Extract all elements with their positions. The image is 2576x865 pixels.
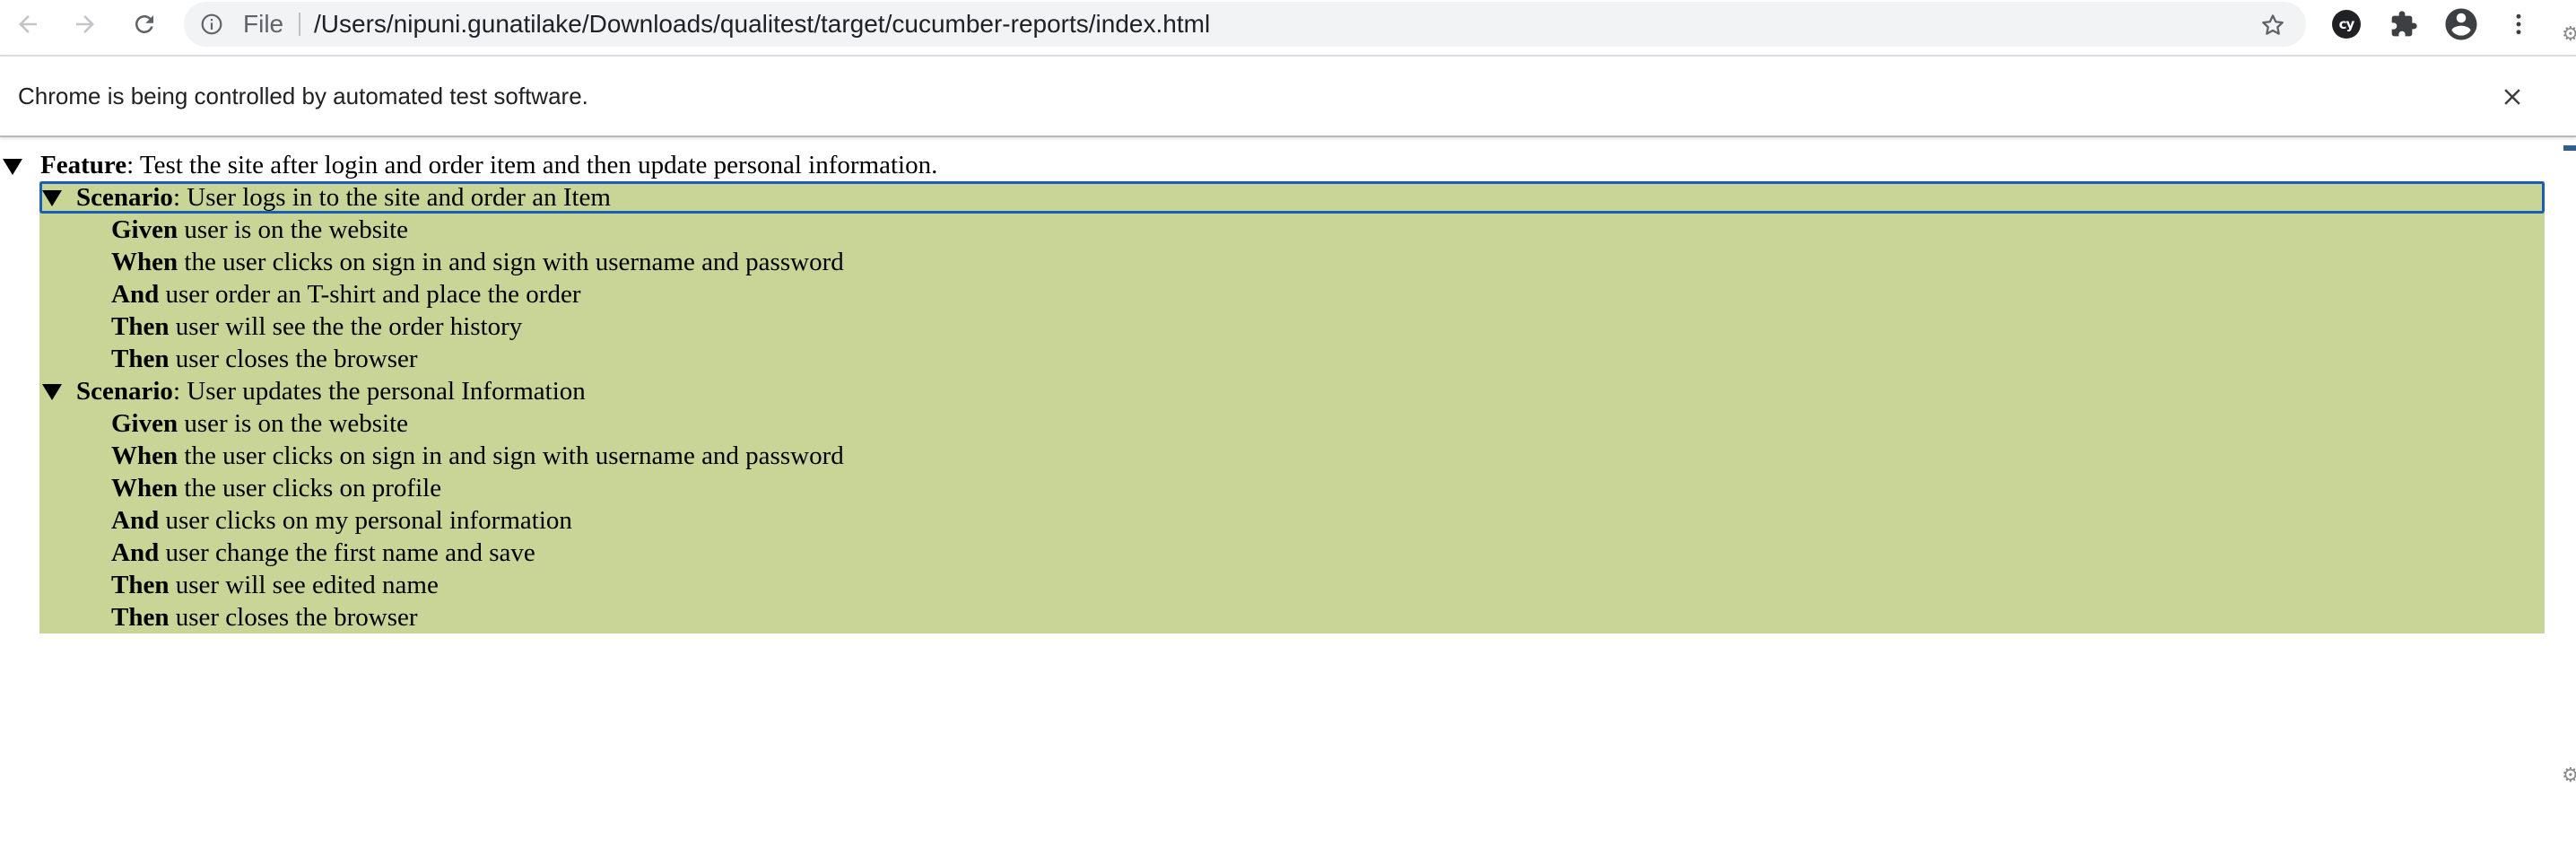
step-keyword: Given [111,409,178,438]
puzzle-icon[interactable] [2385,5,2423,43]
step-row: Then user closes the browser [39,601,2545,633]
automation-infobar: Chrome is being controlled by automated … [0,57,2576,137]
collapse-triangle-icon[interactable] [42,384,62,400]
scenario-row[interactable]: Scenario: User logs in to the site and o… [39,181,2545,214]
step-keyword: And [111,506,160,535]
scheme-label: File [243,10,284,38]
step-text: the user clicks on sign in and sign with… [178,248,844,276]
step-text: user will see the the order history [169,312,523,341]
feature-row[interactable]: Feature: Test the site after login and o… [0,149,2576,181]
step-row: Then user will see the the order history [39,310,2545,343]
browser-toolbar: File /Users/nipuni.gunatilake/Downloads/… [0,0,2576,48]
close-icon[interactable] [2499,83,2526,110]
step-keyword: Given [111,215,178,244]
step-keyword: And [111,280,160,309]
scenario-block: Scenario: User logs in to the site and o… [39,181,2545,633]
omnibox-divider [299,13,300,36]
extension-badge: cy [2332,10,2361,39]
step-text: user is on the website [178,409,409,438]
cucumber-report: Feature: Test the site after login and o… [0,149,2576,633]
step-row: And user change the first name and save [39,537,2545,569]
step-keyword: And [111,538,160,567]
step-keyword: When [111,248,178,276]
feature-keyword: Feature [40,151,127,179]
step-row: And user clicks on my personal informati… [39,504,2545,537]
step-row: Given user is on the website [39,214,2545,246]
step-row: Given user is on the website [39,407,2545,440]
scenario-title: Scenario: User logs in to the site and o… [76,181,611,214]
step-text: user is on the website [178,215,409,244]
step-text: the user clicks on profile [178,474,442,502]
scenario-keyword: Scenario [76,377,173,406]
scenario-row[interactable]: Scenario: User updates the personal Info… [39,375,2545,407]
account-circle-icon[interactable] [2442,5,2480,43]
step-keyword: When [111,474,178,502]
step-text: user clicks on my personal information [159,506,572,535]
step-row: When the user clicks on sign in and sign… [39,440,2545,472]
step-keyword: Then [111,571,170,599]
edge-gear-icon: ⚙ [2562,765,2576,786]
collapse-triangle-icon[interactable] [3,159,22,175]
reload-icon[interactable] [125,4,164,44]
step-text: user closes the browser [169,345,418,373]
forward-arrow-icon[interactable] [65,4,105,44]
url-text[interactable]: /Users/nipuni.gunatilake/Downloads/quali… [314,2,1210,47]
back-arrow-icon[interactable] [8,4,48,44]
scenario-title: Scenario: User updates the personal Info… [76,375,586,407]
step-keyword: Then [111,345,170,373]
step-keyword: When [111,441,178,470]
feature-title: Feature: Test the site after login and o… [40,149,937,181]
scenario-keyword: Scenario [76,183,173,212]
feature-name: : Test the site after login and order it… [126,151,938,179]
step-row: And user order an T-shirt and place the … [39,278,2545,310]
step-text: user order an T-shirt and place the orde… [159,280,581,309]
info-icon[interactable] [200,13,223,36]
step-row: When the user clicks on sign in and sign… [39,246,2545,278]
scenario-name: : User logs in to the site and order an … [172,183,611,212]
cypress-extension-icon[interactable]: cy [2328,5,2365,43]
step-text: the user clicks on sign in and sign with… [178,441,844,470]
collapse-triangle-icon[interactable] [42,190,62,206]
scenario-name: : User updates the personal Information [172,377,586,406]
kebab-menu-icon[interactable] [2500,5,2537,43]
step-keyword: Then [111,312,170,341]
step-row: Then user closes the browser [39,343,2545,375]
edge-gear-icon: ⚙ [2562,23,2576,45]
step-text: user will see edited name [169,571,439,599]
step-row: Then user will see edited name [39,569,2545,601]
step-text: user closes the browser [169,603,418,632]
infobar-message: Chrome is being controlled by automated … [18,83,588,109]
step-row: When the user clicks on profile [39,472,2545,504]
step-keyword: Then [111,603,170,632]
step-text: user change the first name and save [159,538,535,567]
address-bar[interactable]: File /Users/nipuni.gunatilake/Downloads/… [184,2,2306,47]
star-icon[interactable] [2259,12,2286,39]
